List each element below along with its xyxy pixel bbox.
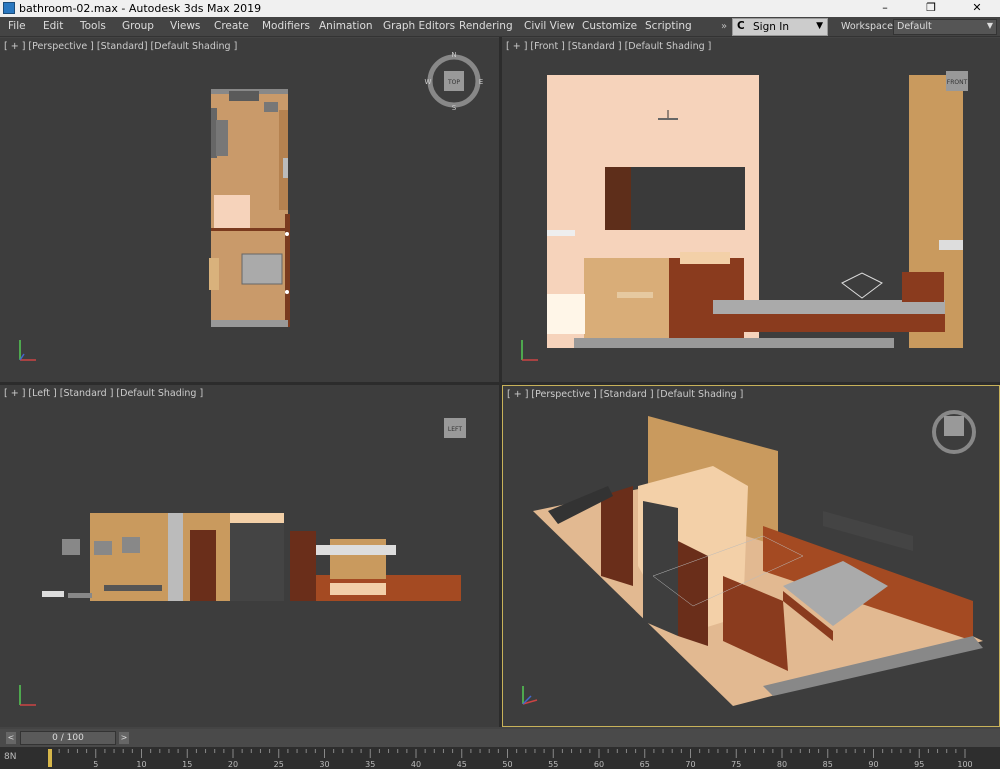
menu-group[interactable]: Group [122,20,154,32]
sign-in-dropdown[interactable]: C Sign In ▼ [732,18,828,36]
ruler-tick-label: 100 [957,760,972,769]
app-icon [3,2,15,14]
viewport-divider-horizontal[interactable] [0,382,1000,385]
viewport-left[interactable]: [ + ] [Left ] [Standard ] [Default Shadi… [0,385,499,727]
viewport-perspective[interactable]: [ + ] [Perspective ] [Standard ] [Defaul… [502,385,1000,727]
menu-views[interactable]: Views [170,20,200,32]
minimize-button[interactable]: – [862,0,908,17]
current-frame-marker[interactable] [48,749,52,767]
menu-graph-editors[interactable]: Graph Editors [383,20,455,32]
viewport-front[interactable]: [ + ] [Front ] [Standard ] [Default Shad… [502,38,1000,382]
ruler-tick-label: 40 [411,760,421,769]
menu-create[interactable]: Create [214,20,249,32]
compass-west: W [425,78,432,86]
ruler-tick-label: 50 [502,760,512,769]
user-icon: C [737,20,745,32]
menu-overflow-chevron-icon[interactable]: » [721,21,727,32]
viewcube-label: LEFT [448,426,462,433]
ruler-tick-label: 10 [136,760,146,769]
ruler-tick-label: 95 [914,760,924,769]
ruler-tick-label: 85 [823,760,833,769]
ruler-tick-label: 90 [868,760,878,769]
ruler-tick-label: 75 [731,760,741,769]
ruler-tick-label: 60 [594,760,604,769]
ruler-tick-label: 30 [319,760,329,769]
top-view-scene: TOP N E S W [19,51,483,361]
menu-customize[interactable]: Customize [582,20,637,32]
menu-modifiers[interactable]: Modifiers [262,20,310,32]
ruler-tick-label: 35 [365,760,375,769]
time-slider-bar: < 0 / 100 > [0,729,1000,747]
menu-edit[interactable]: Edit [43,20,63,32]
menu-rendering[interactable]: Rendering [459,20,513,32]
viewcube-label: FRONT [947,79,968,86]
viewcube-label: TOP [447,79,460,86]
title-bar: bathroom-02.max - Autodesk 3ds Max 2019 … [0,0,1000,17]
ruler-tick-label: 20 [228,760,238,769]
maximize-button[interactable]: ❐ [908,0,954,17]
ruler-tick-label: 55 [548,760,558,769]
compass-north: N [451,51,456,59]
ruler-tick-label: 5 [93,760,98,769]
prev-frame-button[interactable]: < [6,732,16,744]
track-bar-ruler: 0510152025303540455055606570758085909510… [47,749,973,769]
front-view-scene: FRONT [521,71,968,361]
viewcube[interactable] [944,416,964,436]
chevron-down-icon: ▼ [816,21,823,31]
ruler-tick-label: 15 [182,760,192,769]
menu-civil-view[interactable]: Civil View [524,20,575,32]
sign-in-label: Sign In [753,21,789,33]
perspective-view-scene [522,410,983,706]
axis-tripod-icon [522,686,538,705]
time-slider[interactable]: 0 / 100 [20,731,116,745]
menu-animation[interactable]: Animation [319,20,373,32]
ruler-tick-label: 80 [777,760,787,769]
ruler-tick-label: 70 [685,760,695,769]
left-view-scene: LEFT [19,418,466,706]
close-button[interactable]: ✕ [954,0,1000,17]
viewport-top[interactable]: [ + ] [Perspective ] [Standard] [Default… [0,38,499,382]
workspace-value: Default [897,21,932,32]
window-title: bathroom-02.max - Autodesk 3ds Max 2019 [19,2,262,15]
chevron-down-icon: ▼ [986,21,993,30]
compass-east: E [479,78,483,86]
ruler-tick-label: 45 [457,760,467,769]
compass-south: S [452,104,457,112]
ruler-tick-label: 25 [274,760,284,769]
ruler-tick-label: 65 [640,760,650,769]
axis-tripod-icon [521,340,538,361]
menu-file[interactable]: File [8,20,26,32]
axis-tripod-icon [19,685,36,706]
axis-tripod-icon [19,340,36,361]
menu-tools[interactable]: Tools [80,20,106,32]
track-bar[interactable]: 8N 0510152025303540455055606570758085909… [0,747,1000,769]
next-frame-button[interactable]: > [119,732,129,744]
menu-scripting[interactable]: Scripting [645,20,692,32]
workspace-select[interactable]: Default ▼ [893,19,997,35]
